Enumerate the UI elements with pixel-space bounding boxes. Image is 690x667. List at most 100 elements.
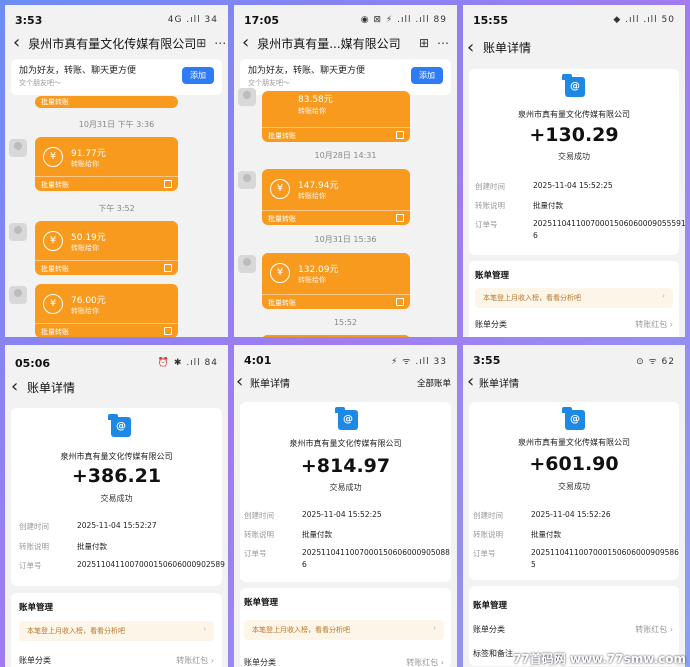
section-title: 账单管理 <box>473 601 508 611</box>
back-icon[interactable]: ‹ <box>13 34 20 52</box>
category-value: 转账红包 › <box>635 625 673 634</box>
detail-key: 订单号 <box>244 549 267 558</box>
category-label: 账单分类 <box>475 320 507 329</box>
more-icon[interactable]: ⋯ <box>214 36 226 50</box>
avatar[interactable] <box>238 171 256 189</box>
add-friend-button[interactable]: 添加 <box>182 67 214 84</box>
section-title: 账单管理 <box>19 603 54 613</box>
transfer-bubble[interactable]: ¥147.94元 转账给你 批量转账 <box>262 169 410 225</box>
bill-detail-screen-4: 3:55 ⊙ ᯤ 62 ‹ 账单详情 @ 泉州市真有量文化传媒有限公司 +601.… <box>463 345 685 667</box>
bubble-footer: 批量转账 <box>35 260 178 275</box>
detail-row: 订单号 20251104110070001506060009055591 <box>475 219 685 230</box>
bill-category-row[interactable]: 账单分类 转账红包 › <box>475 319 673 330</box>
bill-category-row[interactable]: 账单分类 转账红包 › <box>473 624 673 635</box>
status-icons: ⊙ ᯤ 62 <box>636 356 675 367</box>
back-icon[interactable]: ‹ <box>11 376 18 397</box>
transfer-note: 批量付款 <box>302 530 332 539</box>
back-icon[interactable]: ‹ <box>467 371 474 392</box>
status-time: 3:53 <box>15 13 43 27</box>
add-friend-button[interactable]: 添加 <box>411 67 443 84</box>
order-number[interactable]: 2025110411007000150606000902589 <box>77 560 225 571</box>
transaction-status: 交易成功 <box>558 152 590 161</box>
transfer-note: 批量付款 <box>533 201 563 210</box>
bill-category-row[interactable]: 账单分类 转账红包 › <box>19 655 214 666</box>
transfer-note: 批量付款 <box>531 530 561 539</box>
bill-management-card: 账单管理 本笔登上月收入榜，看看分析吧 › 账单分类 转账红包 › <box>469 261 679 337</box>
bubble-footer-label: 批量转账 <box>268 215 296 223</box>
bubble-footer-label: 批量转账 <box>41 265 69 273</box>
income-rank-tip[interactable]: 本笔登上月收入榜，看看分析吧 › <box>475 288 673 308</box>
avatar[interactable] <box>9 286 27 304</box>
company-logo-icon: @ <box>335 407 358 430</box>
order-number-tail: 5 <box>531 560 536 569</box>
bill-category-row[interactable]: 账单分类 转账红包 › <box>244 657 444 667</box>
transfer-bubble-partial[interactable] <box>262 335 410 337</box>
detail-key: 转账说明 <box>19 542 49 551</box>
bill-card: @ 泉州市真有量文化传媒有限公司 +601.90 交易成功 创建时间 2025-1… <box>469 402 679 580</box>
chevron-right-icon: › <box>203 625 206 633</box>
chat-screen-2: 17:05 ◉ ⊠ ⚡ .ıll .ıll 89 ‹ 泉州市真有量...媒有限公司 ⊞… <box>234 5 457 337</box>
order-number[interactable]: 2025110411007000150606000905088 <box>302 548 450 559</box>
transfer-icon[interactable]: ⊞ <box>196 36 206 50</box>
detail-row: 订单号 2025110411007000150606000909586 <box>473 548 679 559</box>
page-title: 账单详情 <box>250 379 290 390</box>
category-label: 账单分类 <box>473 625 505 634</box>
detail-key: 转账说明 <box>244 530 274 539</box>
transfer-note: 批量付款 <box>77 542 107 551</box>
avatar[interactable] <box>238 255 256 273</box>
alipay-icon <box>164 327 172 335</box>
chat-timestamp: 10月28日 14:31 <box>314 151 377 160</box>
detail-key: 创建时间 <box>244 511 274 520</box>
payer-name: 泉州市真有量文化传媒有限公司 <box>289 439 402 448</box>
avatar[interactable] <box>9 223 27 241</box>
site-watermark: 77首码网 www.77smw.com <box>512 652 686 666</box>
category-label: 账单分类 <box>244 658 276 667</box>
chat-timestamp: 下午 3:52 <box>98 204 135 213</box>
bill-card: @ 泉州市真有量文化传媒有限公司 +386.21 交易成功 创建时间 2025-1… <box>11 408 225 586</box>
back-icon[interactable]: ‹ <box>467 37 474 58</box>
company-logo-icon: @ <box>562 74 585 97</box>
bill-amount: +386.21 <box>71 465 162 487</box>
bill-card: @ 泉州市真有量文化传媒有限公司 +130.29 交易成功 创建时间 2025-1… <box>469 69 685 255</box>
transfer-amount: 91.77元 <box>71 149 106 159</box>
transfer-icon[interactable]: ⊞ <box>419 36 429 50</box>
avatar[interactable] <box>238 88 256 106</box>
status-icons: ⏰ ✱ .ıll 84 <box>157 358 218 368</box>
order-number[interactable]: 20251104110070001506060009055591 <box>533 219 685 230</box>
transfer-bubble[interactable]: 83.58元 转账给你 批量转账 <box>262 91 410 142</box>
alipay-icon <box>164 264 172 272</box>
avatar[interactable] <box>9 139 27 157</box>
add-friend-banner: 加为好友，转账、聊天更方便 交个朋友吧～ 添加 <box>240 59 451 95</box>
order-number-tail: 6 <box>533 231 538 240</box>
status-icons: ⚡ ᯤ .ıll 33 <box>391 356 447 367</box>
bill-management-card: 账单管理 本笔登上月收入榜，看看分析吧 › 账单分类 转账红包 › <box>11 593 222 667</box>
bill-card: @ 泉州市真有量文化传媒有限公司 +814.97 交易成功 创建时间 2025-1… <box>240 402 451 582</box>
company-logo-icon: @ <box>108 414 131 437</box>
transfer-bubble-partial[interactable]: 批量转账 <box>35 96 178 108</box>
detail-key: 创建时间 <box>19 522 49 531</box>
transfer-amount: 83.58元 <box>298 95 333 105</box>
bubble-footer-label: 批量转账 <box>268 132 296 140</box>
transfer-bubble[interactable]: ¥132.09元 转账给你 批量转账 <box>262 253 410 309</box>
status-icons: ◉ ⊠ ⚡ .ıll .ıll 89 <box>360 15 447 25</box>
transfer-bubble[interactable]: ¥76.00元 转账给你 批量转账 <box>35 284 178 337</box>
back-icon[interactable]: ‹ <box>236 371 243 392</box>
back-icon[interactable]: ‹ <box>242 34 249 52</box>
order-number[interactable]: 2025110411007000150606000909586 <box>531 548 679 559</box>
income-rank-tip[interactable]: 本笔登上月收入榜，看看分析吧 › <box>244 620 444 640</box>
income-rank-tip[interactable]: 本笔登上月收入榜，看看分析吧 › <box>19 621 214 641</box>
all-bills-link[interactable]: 全部账单 <box>417 377 451 389</box>
detail-row: 创建时间 2025-11-04 15:52:25 <box>244 510 382 521</box>
bubble-footer: 批量转账 <box>262 127 410 142</box>
bill-detail-screen-3: 4:01 ⚡ ᯤ .ıll 33 ‹ 账单详情 全部账单 @ 泉州市真有量文化传媒… <box>234 345 457 667</box>
transfer-bubble[interactable]: ¥91.77元 转账给你 批量转账 <box>35 137 178 191</box>
transfer-note: 转账给你 <box>298 276 326 284</box>
more-icon[interactable]: ⋯ <box>437 36 449 50</box>
transfer-bubble[interactable]: ¥50.19元 转账给你 批量转账 <box>35 221 178 275</box>
coin-icon: ¥ <box>270 263 290 283</box>
detail-row-cont: 6 <box>302 560 307 569</box>
category-value: 转账红包 › <box>176 656 214 665</box>
bubble-footer-label: 批量转账 <box>41 328 69 336</box>
bubble-footer-label: 批量转账 <box>268 299 296 307</box>
transfer-note: 转账给你 <box>71 307 99 315</box>
